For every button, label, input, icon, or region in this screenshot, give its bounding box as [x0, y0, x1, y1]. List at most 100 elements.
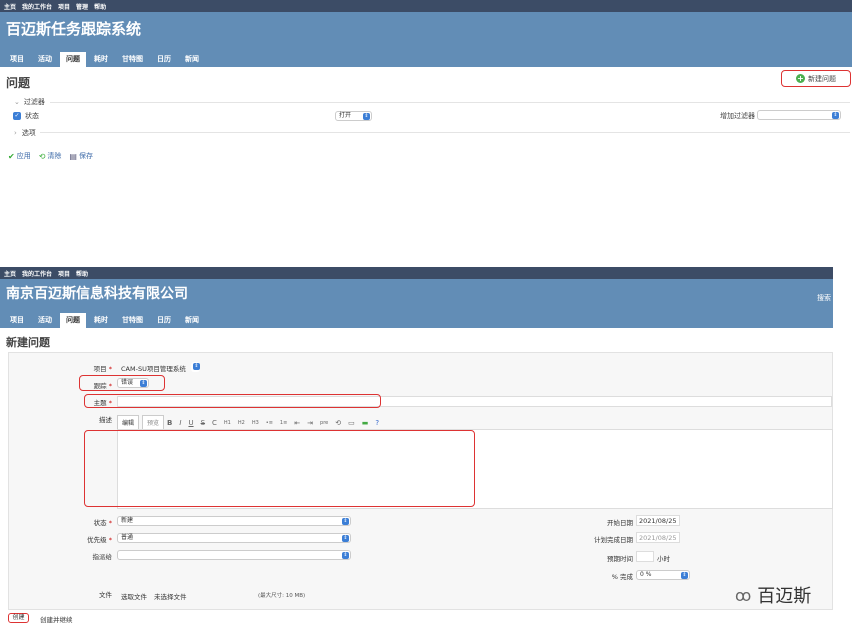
estimate-input[interactable]	[636, 551, 654, 562]
tab-calendar[interactable]: 日历	[151, 52, 177, 67]
status-filter-label: 状态	[25, 112, 39, 120]
top-tabs: 项目 活动 问题 耗时 甘特图 日历 新闻	[4, 52, 207, 67]
assignee-select[interactable]: ⇕	[117, 550, 351, 560]
add-filter-label: 增加过滤器	[720, 112, 755, 120]
status-operator-select[interactable]: 打开 ⇕	[335, 111, 372, 121]
bold-icon[interactable]: B	[167, 419, 172, 427]
assignee-label: 指派给	[92, 553, 113, 561]
strikethrough-icon[interactable]: S	[201, 419, 205, 427]
menu-admin[interactable]: 管理	[76, 2, 88, 11]
due-date-value: 2021/08/25	[639, 534, 677, 542]
filters-label: 过滤器	[23, 98, 45, 106]
options-label: 选项	[21, 129, 36, 137]
done-ratio-value: 0 %	[640, 571, 652, 578]
priority-select[interactable]: 普通 ⇕	[117, 533, 351, 543]
chevron-down-icon: ⌄	[14, 98, 20, 106]
select-arrow-icon: ⇕	[342, 552, 349, 559]
description-label: 描述	[99, 416, 112, 424]
filters-toggle[interactable]: ⌄ 过滤器	[14, 97, 45, 107]
bullet-list-icon[interactable]: •≡	[266, 420, 273, 426]
menu-help[interactable]: 帮助	[94, 2, 106, 11]
tab-gantt[interactable]: 甘特图	[116, 313, 149, 328]
editor-toolbar: 编辑 预览 B I U S C H1 H2 H3 •≡ 1≡ ⇤ ⇥ pre ⟲…	[117, 415, 386, 430]
file-label: 文件	[99, 591, 112, 599]
create-button[interactable]: 创建	[8, 613, 29, 623]
tab-calendar[interactable]: 日历	[151, 313, 177, 328]
new-issue-button[interactable]: + 新建问题	[781, 70, 851, 87]
outdent-icon[interactable]: ⇤	[294, 419, 300, 427]
filters-divider	[50, 102, 850, 103]
select-arrow-icon: ⇕	[140, 380, 147, 387]
clear-link[interactable]: 清除	[47, 151, 61, 161]
company-title: 南京百迈斯信息科技有限公司	[6, 286, 188, 302]
watermark-text: 百迈斯	[757, 586, 812, 607]
tracker-select[interactable]: 错误 ⇕	[117, 378, 149, 388]
indent-icon[interactable]: ⇥	[307, 419, 313, 427]
tab-projects[interactable]: 项目	[4, 52, 30, 67]
tab-news[interactable]: 新闻	[179, 313, 205, 328]
menu-home[interactable]: 主页	[4, 269, 16, 278]
options-toggle[interactable]: › 选项	[14, 128, 36, 138]
select-arrow-icon: ⇕	[681, 572, 688, 579]
italic-icon[interactable]: I	[179, 419, 181, 427]
search-label[interactable]: 搜索	[817, 293, 831, 303]
select-arrow-icon: ⇕	[342, 518, 349, 525]
image-icon[interactable]: ▭	[348, 419, 355, 427]
save-link[interactable]: 保存	[79, 151, 93, 161]
tab-spent-time[interactable]: 耗时	[88, 52, 114, 67]
heading2-icon[interactable]: H2	[238, 420, 245, 426]
code-icon[interactable]: C	[212, 419, 217, 427]
tab-projects[interactable]: 项目	[4, 313, 30, 328]
tab-news[interactable]: 新闻	[179, 52, 205, 67]
bottom-header: 南京百迈斯信息科技有限公司 搜索 项目 活动 问题 耗时 甘特图 日历 新闻	[0, 279, 833, 328]
status-value: 新建	[121, 517, 134, 524]
watermark: ꝏ 百迈斯	[735, 582, 811, 608]
numbered-list-icon[interactable]: 1≡	[280, 420, 287, 426]
create-continue-button[interactable]: 创建并继续	[40, 614, 73, 624]
project-select[interactable]: ⇕	[191, 362, 200, 372]
help-icon[interactable]: ?	[375, 419, 379, 427]
done-ratio-label: % 完成	[611, 573, 633, 581]
tracker-value: 错误	[121, 379, 134, 386]
heading1-icon[interactable]: H1	[224, 420, 231, 426]
apply-link[interactable]: 应用	[17, 151, 31, 161]
done-ratio-select[interactable]: 0 % ⇕	[636, 570, 690, 580]
menu-help[interactable]: 帮助	[76, 269, 88, 278]
status-label: 状态 *	[93, 519, 112, 527]
picture-icon[interactable]: ▬	[362, 419, 369, 427]
status-checkbox[interactable]: ✓	[13, 112, 21, 120]
tab-activity[interactable]: 活动	[32, 313, 58, 328]
estimate-label: 预期时间	[607, 555, 633, 563]
menu-home[interactable]: 主页	[4, 2, 16, 11]
top-menu-bar: 主页 我的工作台 项目 管理 帮助	[0, 0, 852, 12]
preview-tab[interactable]: 预览	[142, 415, 165, 430]
choose-file-button[interactable]: 选取文件	[121, 591, 147, 601]
tab-issues[interactable]: 问题	[60, 313, 86, 328]
menu-my-page[interactable]: 我的工作台	[22, 269, 52, 278]
priority-label: 优先级 *	[87, 536, 112, 544]
tab-issues[interactable]: 问题	[60, 52, 86, 67]
tab-activity[interactable]: 活动	[32, 52, 58, 67]
menu-my-page[interactable]: 我的工作台	[22, 2, 52, 11]
select-arrow-icon: ⇕	[832, 112, 839, 119]
description-highlight	[84, 430, 475, 507]
tab-gantt[interactable]: 甘特图	[116, 52, 149, 67]
save-icon: ▤	[69, 151, 77, 161]
status-select[interactable]: 新建 ⇕	[117, 516, 351, 526]
clear-icon: ⟲	[38, 151, 46, 161]
underline-icon[interactable]: U	[188, 419, 193, 427]
pre-icon[interactable]: pre	[320, 420, 328, 426]
select-arrow-icon: ⇕	[363, 113, 370, 120]
subject-label: 主题 *	[93, 399, 112, 407]
add-filter-select[interactable]: ⇕	[757, 110, 841, 120]
start-date-label: 开始日期	[607, 519, 633, 527]
tab-spent-time[interactable]: 耗时	[88, 313, 114, 328]
heading3-icon[interactable]: H3	[252, 420, 259, 426]
menu-projects[interactable]: 项目	[58, 269, 70, 278]
link-icon[interactable]: ⟲	[335, 419, 341, 427]
app-title: 百迈斯任务跟踪系统	[6, 20, 142, 38]
edit-tab[interactable]: 编辑	[117, 415, 140, 430]
estimate-unit: 小时	[657, 555, 670, 563]
menu-projects[interactable]: 项目	[58, 2, 70, 11]
due-date-label: 计划完成日期	[594, 536, 633, 544]
